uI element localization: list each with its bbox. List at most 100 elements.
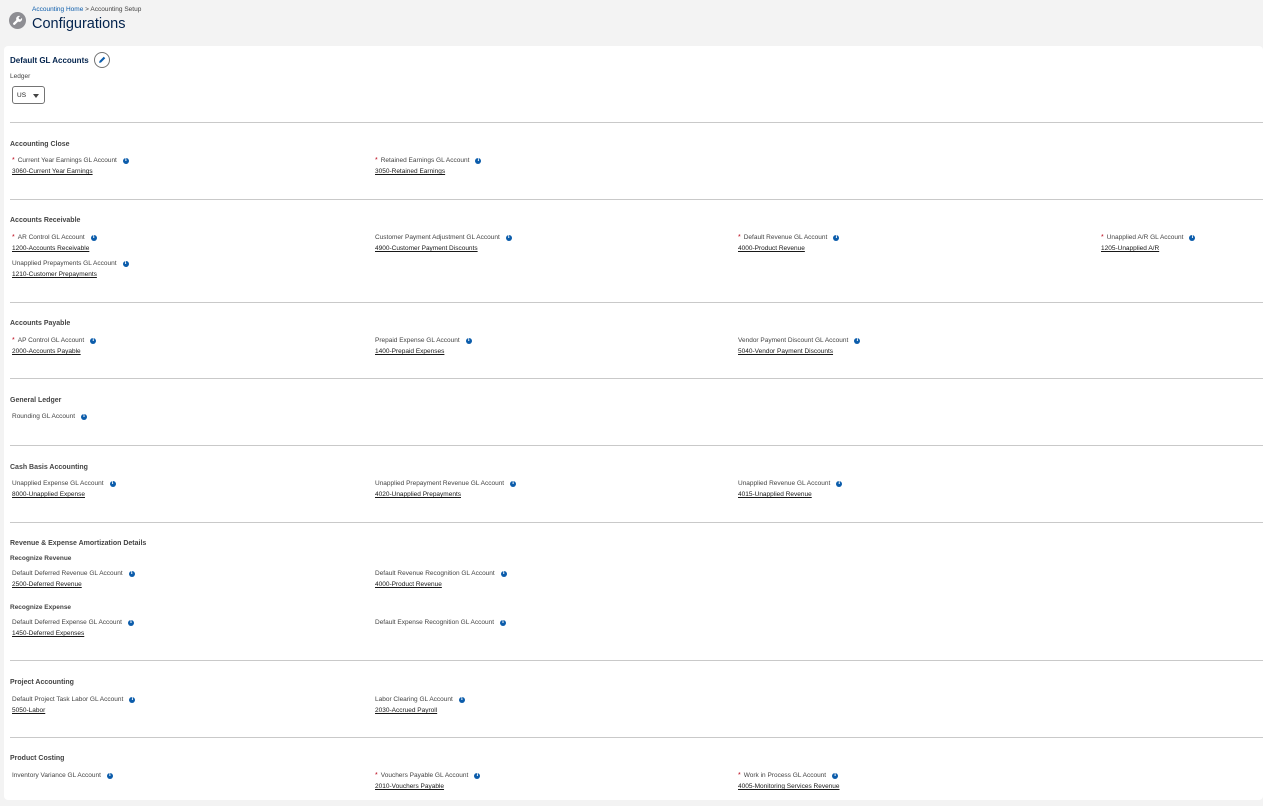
required-marker: * [1101, 234, 1104, 241]
breadcrumb-home-link[interactable]: Accounting Home [32, 6, 83, 13]
field-value-link[interactable]: 4020-Unapplied Prepayments [375, 491, 516, 498]
field-value-link[interactable]: 3060-Current Year Earnings [12, 168, 129, 175]
section-title-accounts-payable: Accounts Payable [10, 320, 71, 327]
page-header: Accounting Home > Accounting Setup Confi… [0, 0, 1263, 46]
field-value-link[interactable]: 4900-Customer Payment Discounts [375, 245, 512, 252]
info-icon[interactable]: i [90, 234, 97, 241]
caret-down-icon [33, 94, 39, 98]
field-label: Unapplied A/R GL Account [1106, 234, 1184, 241]
info-icon[interactable]: i [500, 619, 506, 626]
section-divider [10, 445, 1263, 446]
info-icon[interactable]: i [474, 772, 481, 779]
info-icon[interactable]: i [458, 696, 465, 703]
field-inventory-variance: Inventory Variance GL Account i [12, 771, 113, 780]
field-label: Default Project Task Labor GL Account [12, 696, 124, 703]
section-divider [10, 122, 1263, 123]
field-value-link[interactable]: 1450-Deferred Expenses [12, 630, 134, 637]
field-default-deferred-expense: Default Deferred Expense GL Account i 145… [12, 618, 134, 637]
section-title-cash-basis: Cash Basis Accounting [10, 464, 88, 471]
field-value-link[interactable]: 4015-Unapplied Revenue [738, 491, 842, 498]
info-icon[interactable]: i [505, 234, 512, 241]
field-label: Vendor Payment Discount GL Account [738, 337, 849, 344]
field-value-link[interactable]: 1400-Prepaid Expenses [375, 348, 472, 355]
ledger-select-value: US [17, 91, 27, 99]
field-value-link[interactable]: 8000-Unapplied Expense [12, 491, 116, 498]
field-value-link[interactable]: 2500-Deferred Revenue [12, 581, 135, 588]
required-marker: * [738, 772, 741, 779]
info-icon[interactable]: i [465, 337, 472, 344]
field-value-link[interactable]: 1210-Customer Prepayments [12, 271, 129, 278]
field-rounding: Rounding GL Account i [12, 412, 87, 421]
field-label: Work in Process GL Account [743, 772, 827, 779]
edit-button[interactable] [93, 52, 110, 68]
section-title-general-ledger: General Ledger [10, 397, 62, 404]
field-prepaid-expense: Prepaid Expense GL Account i 1400-Prepaid… [375, 336, 472, 355]
section-title-accounts-receivable: Accounts Receivable [10, 217, 81, 224]
info-icon[interactable]: i [109, 480, 116, 487]
info-icon[interactable]: i [127, 619, 134, 626]
pencil-icon [98, 56, 105, 63]
field-label: Prepaid Expense GL Account [375, 337, 460, 344]
info-icon[interactable]: i [833, 234, 840, 241]
info-icon[interactable]: i [106, 772, 113, 779]
field-label: Customer Payment Adjustment GL Account [375, 234, 500, 241]
field-default-expense-recognition: Default Expense Recognition GL Account i [375, 618, 506, 627]
info-icon[interactable]: i [122, 157, 129, 164]
field-default-revenue-recognition: Default Revenue Recognition GL Account i … [375, 569, 507, 588]
breadcrumb-current: Accounting Setup [90, 6, 142, 13]
field-value-link[interactable]: 1200-Accounts Receivable [12, 245, 97, 252]
ledger-label: Ledger [10, 73, 31, 80]
info-icon[interactable]: i [129, 696, 136, 703]
field-project-task-labor: Default Project Task Labor GL Account i 5… [12, 695, 136, 714]
info-icon[interactable]: i [128, 570, 135, 577]
field-default-revenue: * Default Revenue GL Account i 4000-Produc… [738, 233, 840, 252]
field-value-link[interactable]: 1205-Unapplied A/R [1101, 245, 1195, 252]
field-value-link[interactable]: 4000-Product Revenue [738, 245, 839, 252]
info-icon[interactable]: i [500, 570, 507, 577]
required-marker: * [375, 157, 378, 164]
info-icon[interactable]: i [510, 480, 517, 487]
field-label: Unapplied Expense GL Account [12, 480, 104, 487]
section-title-project-accounting: Project Accounting [10, 679, 74, 686]
info-icon[interactable]: i [475, 157, 482, 164]
section-divider [10, 302, 1263, 303]
subsection-title-recognize-expense: Recognize Expense [10, 604, 72, 611]
field-value-link[interactable]: 2030-Accrued Payroll [375, 707, 465, 714]
info-icon[interactable]: i [1189, 234, 1196, 241]
field-label: Inventory Variance GL Account [12, 772, 101, 779]
field-value-link[interactable]: 5050-Labor [12, 707, 135, 714]
field-value-link[interactable]: 4000-Product Revenue [375, 581, 507, 588]
info-icon[interactable]: i [836, 480, 843, 487]
field-label: AR Control GL Account [17, 234, 85, 241]
info-icon[interactable]: i [90, 337, 97, 344]
field-vouchers-payable: * Vouchers Payable GL Account i 2010-Vouch… [375, 771, 481, 790]
info-icon[interactable]: i [854, 337, 861, 344]
section-divider [10, 522, 1263, 523]
info-icon[interactable]: i [122, 260, 129, 267]
field-value-link[interactable]: 2000-Accounts Payable [12, 348, 96, 355]
info-icon[interactable]: i [81, 413, 87, 420]
section-title-product-costing: Product Costing [10, 755, 65, 762]
field-value-link[interactable]: 4005-Monitoring Services Revenue [738, 783, 840, 790]
field-label: AP Control GL Account [17, 337, 85, 344]
info-icon[interactable]: i [832, 772, 839, 779]
field-retained-earnings: * Retained Earnings GL Account i 3050-Reta… [375, 156, 482, 175]
card-title-row: Default GL Accounts [10, 52, 110, 68]
field-label: Labor Clearing GL Account [375, 696, 453, 703]
required-marker: * [738, 234, 741, 241]
field-value-link[interactable]: 5040-Vendor Payment Discounts [738, 348, 860, 355]
field-value-link[interactable]: 3050-Retained Earnings [375, 168, 481, 175]
field-value-link[interactable]: 2010-Vouchers Payable [375, 783, 480, 790]
field-label: Default Revenue GL Account [743, 234, 828, 241]
field-label: Default Revenue Recognition GL Account [375, 570, 495, 577]
field-ap-control: * AP Control GL Account i 2000-Accounts Pa… [12, 336, 97, 355]
field-label: Unapplied Prepayments GL Account [12, 260, 117, 267]
field-unapplied-revenue: Unapplied Revenue GL Account i 4015-Unapp… [738, 479, 843, 498]
section-divider [10, 378, 1263, 379]
field-label: Rounding GL Account [12, 413, 75, 420]
wrench-icon [9, 12, 26, 29]
section-divider [10, 737, 1263, 738]
ledger-select[interactable]: US [12, 86, 45, 104]
field-work-in-process: * Work in Process GL Account i 4005-Monito… [738, 771, 840, 790]
field-label: Default Expense Recognition GL Account [375, 619, 494, 626]
